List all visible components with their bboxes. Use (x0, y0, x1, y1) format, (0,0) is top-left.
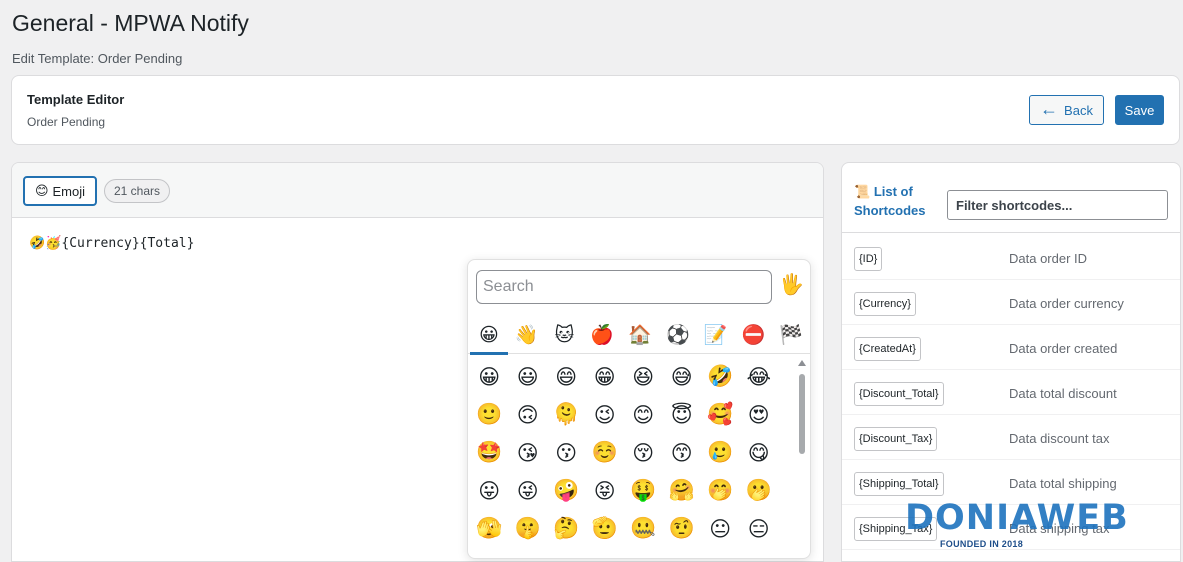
emoji-item[interactable]: 🤨 (663, 510, 702, 548)
emoji-item[interactable]: 🤗 (663, 472, 702, 510)
tab-animals[interactable]: 🐱 (546, 316, 584, 354)
emoji-item[interactable]: 😁 (586, 358, 625, 396)
shortcode-row: {Currency} Data order currency (842, 280, 1180, 325)
emoji-item[interactable]: 🤫 (509, 510, 548, 548)
emoji-item[interactable]: 😍 (740, 396, 779, 434)
emoji-button-label: Emoji (52, 183, 86, 199)
emoji-item[interactable]: 😛 (470, 472, 509, 510)
emoji-item[interactable]: 🤔 (547, 510, 586, 548)
emoji-item[interactable]: 😜 (509, 472, 548, 510)
arrow-left-icon: ← (1040, 99, 1059, 119)
emoji-item[interactable]: 😋 (740, 434, 779, 472)
emoji-item[interactable]: 🥲 (701, 434, 740, 472)
shortcode-tag[interactable]: {Shipping_Total} (854, 472, 944, 496)
shortcode-description: Data shipping tax (1009, 521, 1110, 536)
shortcodes-list: {ID} Data order ID {Currency} Data order cu… (842, 235, 1180, 550)
shortcode-tag[interactable]: {Currency} (854, 292, 916, 316)
emoji-item[interactable]: 😅 (663, 358, 702, 396)
tab-travel[interactable]: 🏠 (621, 316, 659, 354)
shortcode-description: Data order ID (1009, 251, 1088, 266)
back-button-label: Back (1064, 102, 1093, 118)
emoji-scrollbar[interactable] (798, 360, 806, 558)
tab-activities[interactable]: ⚽ (659, 316, 697, 354)
emoji-item[interactable]: 🫣 (470, 510, 509, 548)
emoji-item[interactable]: 😘 (509, 434, 548, 472)
shortcode-tag[interactable]: {Discount_Total} (854, 382, 944, 406)
shortcodes-header: 📜 List of Shortcodes (842, 163, 1180, 233)
page-subtitle: Edit Template: Order Pending (12, 51, 183, 66)
emoji-item[interactable]: 🥰 (701, 396, 740, 434)
shortcode-description: Data total discount (1009, 386, 1117, 401)
header-subtitle: Order Pending (27, 115, 106, 129)
page-title: General - MPWA Notify (12, 10, 249, 36)
filter-shortcodes-input[interactable] (947, 190, 1168, 220)
emoji-picker: 🖐️ 😀👋🐱🍎🏠⚽📝⛔🏁 😀😃😄😁😆😅🤣😂🙂🙃🫠😉😊😇🥰😍🤩😘😗☺️😚😙🥲😋😛😜… (467, 259, 811, 559)
shortcode-row: {CreatedAt} Data order created (842, 325, 1180, 370)
save-button[interactable]: Save (1115, 95, 1164, 125)
skin-tone-icon[interactable]: 🖐️ (779, 275, 804, 295)
smile-icon: 😊 (34, 183, 49, 198)
scrollbar-thumb[interactable] (799, 374, 805, 454)
shortcode-description: Data order created (1009, 341, 1118, 356)
emoji-search-input[interactable] (476, 270, 772, 304)
emoji-grid: 😀 😃 😄 😁 😆 😅 🤣 😂 🙂 🙃 🫠 😉 😊 😇 🥰 😍 🤩 😘 😗 ☺️ 😚 😙 🥲 😋 😛 😜 🤪 😝 🤑 🤗 🤭 🫢 🫣 🤫 🤔 🫡 🤐 🤨 😐… (470, 358, 790, 548)
shortcodes-panel: 📜 List of Shortcodes {ID} Data order ID {C… (841, 162, 1181, 562)
tab-flags[interactable]: 🏁 (772, 316, 810, 354)
header-title: Template Editor (27, 92, 125, 107)
tab-food[interactable]: 🍎 (583, 316, 621, 354)
shortcode-description: Data total shipping (1009, 476, 1117, 491)
message-editor[interactable]: 🤣🥳{Currency}{Total} (29, 236, 194, 251)
emoji-item[interactable]: 😀 (470, 358, 509, 396)
emoji-item[interactable]: 🤭 (701, 472, 740, 510)
emoji-item[interactable]: 🤑 (624, 472, 663, 510)
emoji-item[interactable]: 😉 (586, 396, 625, 434)
emoji-item[interactable]: ☺️ (586, 434, 625, 472)
shortcode-tag[interactable]: {Shipping_Tax} (854, 517, 938, 541)
emoji-item[interactable]: 🤣 (701, 358, 740, 396)
emoji-item[interactable]: 🤐 (624, 510, 663, 548)
shortcode-row: {Shipping_Total} Data total shipping (842, 460, 1180, 505)
tab-symbols[interactable]: ⛔ (734, 316, 772, 354)
template-editor-header: Template Editor Order Pending ← Back Sav… (11, 75, 1180, 145)
emoji-button[interactable]: 😊 Emoji (23, 176, 97, 206)
emoji-item[interactable]: 🫠 (547, 396, 586, 434)
emoji-item[interactable]: 😂 (740, 358, 779, 396)
emoji-item[interactable]: 😚 (624, 434, 663, 472)
tab-smileys[interactable]: 😀 (470, 316, 508, 355)
tab-objects[interactable]: 📝 (697, 316, 735, 354)
emoji-item[interactable]: 😝 (586, 472, 625, 510)
emoji-item[interactable]: 😑 (740, 510, 779, 548)
back-button[interactable]: ← Back (1029, 95, 1104, 125)
shortcode-description: Data order currency (1009, 296, 1124, 311)
emoji-item[interactable]: 🙂 (470, 396, 509, 434)
emoji-item[interactable]: 🫡 (586, 510, 625, 548)
emoji-category-tabs: 😀 👋 🐱 🍎 🏠 ⚽ 📝 ⛔ 🏁 (468, 316, 810, 355)
scroll-icon: 📜 (854, 184, 871, 199)
emoji-item[interactable]: 🙃 (509, 396, 548, 434)
shortcode-tag[interactable]: {Discount_Tax} (854, 427, 938, 451)
emoji-item[interactable]: 😐 (701, 510, 740, 548)
emoji-item[interactable]: 🤩 (470, 434, 509, 472)
emoji-item[interactable]: 😄 (547, 358, 586, 396)
shortcodes-title: 📜 List of Shortcodes (854, 182, 939, 220)
shortcode-row: {Discount_Tax} Data discount tax (842, 415, 1180, 460)
emoji-item[interactable]: 😊 (624, 396, 663, 434)
emoji-item[interactable]: 🫢 (740, 472, 779, 510)
emoji-item[interactable]: 😇 (663, 396, 702, 434)
emoji-item[interactable]: 🤪 (547, 472, 586, 510)
emoji-item[interactable]: 😗 (547, 434, 586, 472)
shortcode-row: {ID} Data order ID (842, 235, 1180, 280)
scroll-up-icon[interactable] (798, 360, 806, 366)
editor-toolbar: 😊 Emoji 21 chars (12, 163, 823, 218)
shortcode-row: {Discount_Total} Data total discount (842, 370, 1180, 415)
tab-people[interactable]: 👋 (508, 316, 546, 354)
emoji-item[interactable]: 😆 (624, 358, 663, 396)
emoji-item[interactable]: 😃 (509, 358, 548, 396)
shortcode-row: {Shipping_Tax} Data shipping tax (842, 505, 1180, 550)
shortcode-tag[interactable]: {ID} (854, 247, 883, 271)
emoji-item[interactable]: 😙 (663, 434, 702, 472)
shortcode-tag[interactable]: {CreatedAt} (854, 337, 921, 361)
char-count-badge: 21 chars (104, 179, 171, 203)
shortcode-description: Data discount tax (1009, 431, 1110, 446)
